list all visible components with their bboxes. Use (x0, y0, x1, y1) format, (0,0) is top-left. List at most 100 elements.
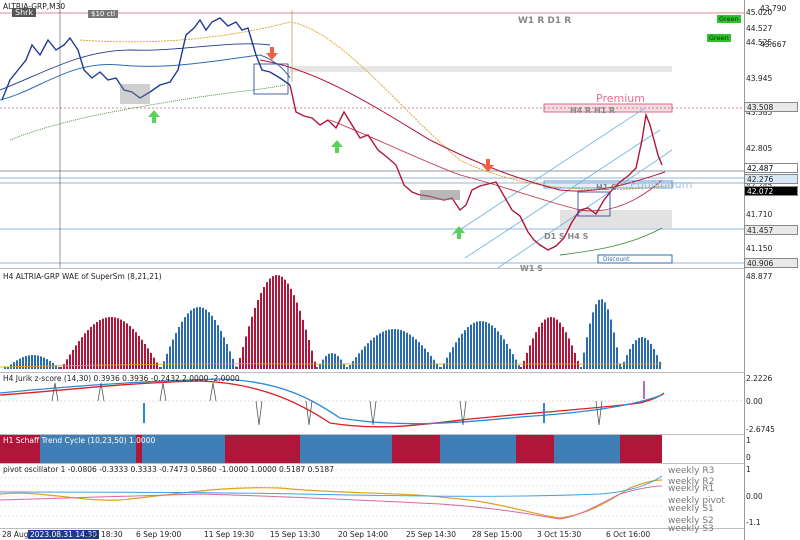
wae-bar (19, 358, 21, 369)
wae-bar (361, 349, 363, 369)
wae-bar (470, 324, 472, 369)
wae-bar (473, 322, 475, 369)
wae-bar (272, 276, 274, 369)
ctl-badge: $10 ctl (88, 10, 119, 18)
schaff-segment (225, 435, 232, 463)
jurik-zscore-pane[interactable]: H4 Jurik z-score (14,30) 0.3936 0.3936 -… (0, 373, 744, 435)
time-axis-label: Aug 18:30 (84, 530, 123, 539)
time-axis-label: 11 Sep 19:30 (204, 530, 255, 539)
support-band (560, 210, 672, 228)
wae-bar (220, 330, 222, 369)
symbol-badge[interactable]: Shrk (12, 8, 37, 17)
wae-bar (449, 352, 451, 369)
wae-indicator-pane[interactable]: H4 ALTRIA-GRP WAE of SuperSm (8,21,21) (0, 269, 744, 373)
wae-bar (328, 353, 330, 369)
d1s-h4s-label: D1 S H4 S (544, 232, 589, 241)
pivot-oscillator-pane[interactable]: pivot oscillator 1 -0.0806 -0.3333 0.333… (0, 464, 744, 534)
wae-bar (202, 307, 204, 369)
wae-bar (226, 344, 228, 369)
pivot-level-label: weekly R3 (668, 466, 715, 476)
wae-bar (156, 362, 158, 369)
time-axis[interactable]: 28 Aug 2023 2023.08.31 14:30 Aug 18:30 6 Se… (0, 528, 744, 540)
wae-bar (63, 364, 65, 369)
wae-bar (595, 304, 597, 369)
wae-bar (331, 353, 333, 369)
price-level-box: 41.457 (744, 225, 798, 235)
wae-bar (506, 343, 508, 369)
wae-bar (620, 367, 622, 369)
wae-bar (132, 328, 134, 369)
wae-bar (397, 329, 399, 369)
wae-bar (87, 329, 89, 369)
schaff-trend-pane[interactable]: H1 Schaff Trend Cycle (10,23,50) 1.0000 (0, 435, 744, 464)
wae-bar (553, 317, 555, 369)
pivot-pane-title: pivot oscillator 1 -0.0806 -0.3333 0.333… (3, 465, 334, 474)
schaff-segment (232, 435, 300, 463)
wae-bar (190, 310, 192, 369)
wae-bar (482, 321, 484, 369)
wae-bar (163, 361, 165, 369)
wae-bar (16, 360, 18, 369)
wae-bar (126, 323, 128, 369)
wae-bar (547, 317, 549, 369)
wae-bar (196, 307, 198, 369)
wae-bar (299, 310, 301, 369)
top-right-value: 43.667 (760, 40, 787, 49)
wae-bar (147, 348, 149, 369)
wae-bar (367, 343, 369, 369)
wae-bar (311, 350, 313, 369)
wae-bar (153, 357, 155, 369)
wae-bar (503, 339, 505, 369)
wae-bar (90, 326, 92, 369)
schaff-tick-bottom: 0 (746, 453, 751, 462)
wae-bar (37, 355, 39, 369)
time-axis-label: 20 Sep 14:00 (338, 530, 389, 539)
wae-pane-title: H4 ALTRIA-GRP WAE of SuperSm (8,21,21) (3, 272, 162, 281)
wae-bar (31, 355, 33, 369)
wae-bar (187, 313, 189, 369)
wae-bar (488, 323, 490, 369)
wae-bar (99, 320, 101, 369)
wae-bar (592, 312, 594, 369)
wae-bar (604, 302, 606, 369)
wae-bar (43, 357, 45, 369)
h4r-h1r-label: H4 R H1 R (570, 106, 616, 115)
wae-bar (523, 360, 525, 369)
wae-bar (544, 319, 546, 369)
wae-bar (254, 307, 256, 369)
wae-bar (40, 356, 42, 369)
main-price-pane[interactable]: ALTRIA-GRP,M30 Shrk $10 ctl W1 R D1 R Pr… (0, 0, 744, 273)
time-axis-label: 6 Oct 16:00 (606, 530, 651, 539)
wae-bar (349, 364, 351, 369)
wae-bar (556, 319, 558, 369)
wae-bar (382, 331, 384, 369)
wae-bar (580, 367, 582, 369)
price-chart-canvas[interactable] (0, 0, 744, 268)
wae-bar (305, 329, 307, 369)
wae-bar (440, 367, 442, 369)
schaff-segment (516, 435, 554, 463)
wae-bar (58, 367, 60, 369)
top-right-value: 43.790 (760, 4, 787, 13)
wae-bar (452, 347, 454, 369)
pivot-tick-bottom: -1.1 (746, 518, 761, 527)
wae-bar (208, 312, 210, 369)
wae-bar (34, 355, 36, 369)
wae-bar (436, 363, 438, 369)
wae-bar (574, 352, 576, 369)
wae-bar (623, 361, 625, 369)
wae-bar (102, 318, 104, 369)
wae-bar (653, 349, 655, 369)
wae-bar (467, 327, 469, 369)
wae-bar (418, 342, 420, 369)
wae-bar (93, 324, 95, 369)
wae-bar (358, 353, 360, 369)
schaff-segment (620, 435, 662, 463)
wae-bar (337, 356, 339, 369)
wae-bar (120, 319, 122, 369)
wae-bar (601, 299, 603, 369)
wae-bar (455, 342, 457, 369)
wae-bar (169, 346, 171, 369)
wae-bar (562, 326, 564, 369)
wae-bar (269, 278, 271, 369)
